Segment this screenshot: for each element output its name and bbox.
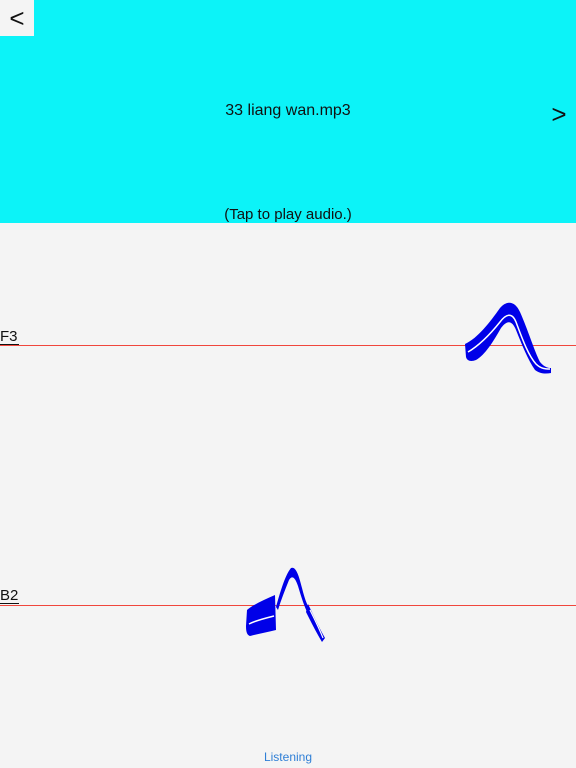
back-button[interactable]: < xyxy=(0,0,34,36)
listening-status: Listening xyxy=(263,750,313,764)
pitch-trainer-screen: < 33 liang wan.mp3 > (Tap to play audio.… xyxy=(0,0,576,768)
audio-play-area[interactable]: < 33 liang wan.mp3 > (Tap to play audio.… xyxy=(0,0,576,223)
note-label-f3: F3 xyxy=(0,328,19,345)
pitch-center-lower-tail xyxy=(309,609,324,639)
pitch-center-upper xyxy=(467,314,551,370)
pitch-contour-upper xyxy=(465,302,551,374)
reference-line-b2 xyxy=(0,605,576,606)
audio-file-title: 33 liang wan.mp3 xyxy=(225,102,351,119)
next-button[interactable]: > xyxy=(542,96,576,132)
pitch-band-lower-left xyxy=(246,595,276,636)
pitch-band-upper xyxy=(465,302,551,374)
pitch-center-lower xyxy=(248,615,275,625)
reference-line-f3 xyxy=(0,345,576,346)
pitch-band-lower-arc xyxy=(276,567,312,614)
note-label-b2: B2 xyxy=(0,587,20,604)
tap-to-play-hint: (Tap to play audio.) xyxy=(224,206,352,223)
pitch-band-lower-tail xyxy=(306,604,325,642)
